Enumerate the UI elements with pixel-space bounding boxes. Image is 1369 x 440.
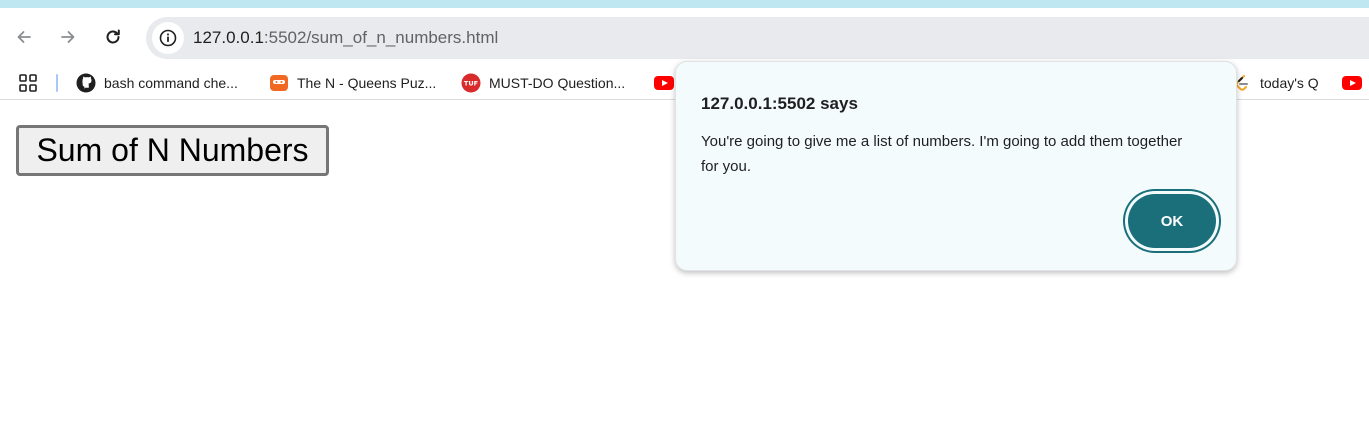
svg-text:TUF: TUF [464, 80, 478, 88]
youtube-icon [654, 73, 674, 93]
bookmark-label: bash command che... [104, 75, 238, 91]
bookmarks-separator [56, 74, 58, 92]
url-path: :5502/sum_of_n_numbers.html [263, 28, 499, 47]
site-info-button[interactable] [152, 22, 184, 54]
reload-icon [106, 29, 120, 44]
bookmark-item-youtube-2[interactable] [1342, 71, 1362, 95]
address-bar[interactable]: 127.0.0.1:5502/sum_of_n_numbers.html [146, 17, 1369, 59]
reload-button[interactable] [98, 22, 128, 52]
forward-button[interactable] [53, 22, 83, 52]
browser-toolbar: 127.0.0.1:5502/sum_of_n_numbers.html [0, 8, 1369, 66]
ok-button[interactable]: OK [1128, 194, 1216, 248]
apps-grid-icon[interactable] [19, 74, 37, 92]
url-text[interactable]: 127.0.0.1:5502/sum_of_n_numbers.html [193, 28, 498, 48]
bookmark-item-bash[interactable]: bash command che... [76, 71, 238, 95]
bookmark-label: today's Q [1260, 75, 1319, 91]
bookmark-label: MUST-DO Question... [489, 75, 626, 91]
dialog-message: You're going to give me a list of number… [701, 133, 1183, 175]
bookmark-item-todays-q[interactable]: today's Q [1232, 71, 1319, 95]
github-icon [76, 73, 96, 93]
url-host: 127.0.0.1 [193, 28, 264, 47]
tuf-icon: TUF [461, 73, 481, 93]
window-top-strip [0, 0, 1369, 8]
alert-dialog: 127.0.0.1:5502 says You're going to give… [675, 61, 1237, 271]
arrow-left-icon [17, 31, 31, 43]
back-button[interactable] [9, 22, 39, 52]
youtube-icon [1342, 73, 1362, 93]
bookmark-item-youtube[interactable] [654, 71, 674, 95]
bookmark-item-mustdo[interactable]: TUF MUST-DO Question... [461, 71, 625, 95]
sum-of-n-numbers-button[interactable]: Sum of N Numbers [16, 125, 329, 176]
info-icon [159, 29, 177, 47]
codingninjas-icon [269, 73, 289, 93]
bookmark-label: The N - Queens Puz... [297, 75, 437, 91]
arrow-right-icon [61, 31, 75, 43]
bookmark-item-nqueens[interactable]: The N - Queens Puz... [269, 71, 436, 95]
dialog-title: 127.0.0.1:5502 says [701, 94, 858, 113]
